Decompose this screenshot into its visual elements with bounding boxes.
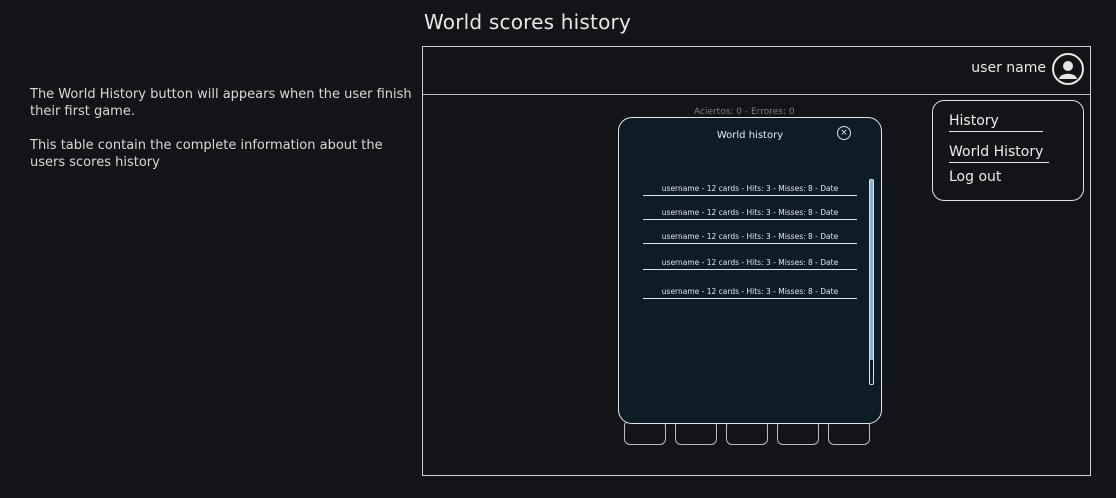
history-row: username - 12 cards - Hits: 3 - Misses: …	[643, 208, 857, 220]
menu-item-history[interactable]: History	[949, 113, 999, 129]
world-history-modal: World history × username - 12 cards - Hi…	[618, 117, 882, 424]
menu-divider	[949, 131, 1043, 132]
modal-scrollbar[interactable]	[869, 179, 874, 385]
user-avatar-icon-svg	[1059, 61, 1077, 79]
history-row: username - 12 cards - Hits: 3 - Misses: …	[643, 258, 857, 270]
history-row: username - 12 cards - Hits: 3 - Misses: …	[643, 184, 857, 196]
user-avatar-icon[interactable]	[1052, 53, 1084, 85]
menu-item-world-history[interactable]: World History	[949, 144, 1043, 160]
score-counter: Aciertos: 0 - Errores: 0	[694, 107, 795, 117]
note-table-content: This table contain the complete informat…	[30, 138, 383, 170]
header-divider	[422, 94, 1091, 95]
user-menu: History World History Log out	[932, 100, 1084, 201]
menu-divider	[949, 162, 1049, 163]
close-icon[interactable]: ×	[837, 126, 851, 140]
history-row: username - 12 cards - Hits: 3 - Misses: …	[643, 232, 857, 244]
history-row: username - 12 cards - Hits: 3 - Misses: …	[643, 287, 857, 299]
scroll-thumb[interactable]	[870, 180, 873, 360]
page-title: World scores history	[424, 10, 631, 34]
menu-item-log-out[interactable]: Log out	[949, 169, 1001, 185]
note-world-history-button: The World History button will appears wh…	[30, 87, 412, 119]
username-label: user name	[971, 60, 1046, 76]
annotation-notes: The World History button will appears wh…	[30, 86, 420, 188]
